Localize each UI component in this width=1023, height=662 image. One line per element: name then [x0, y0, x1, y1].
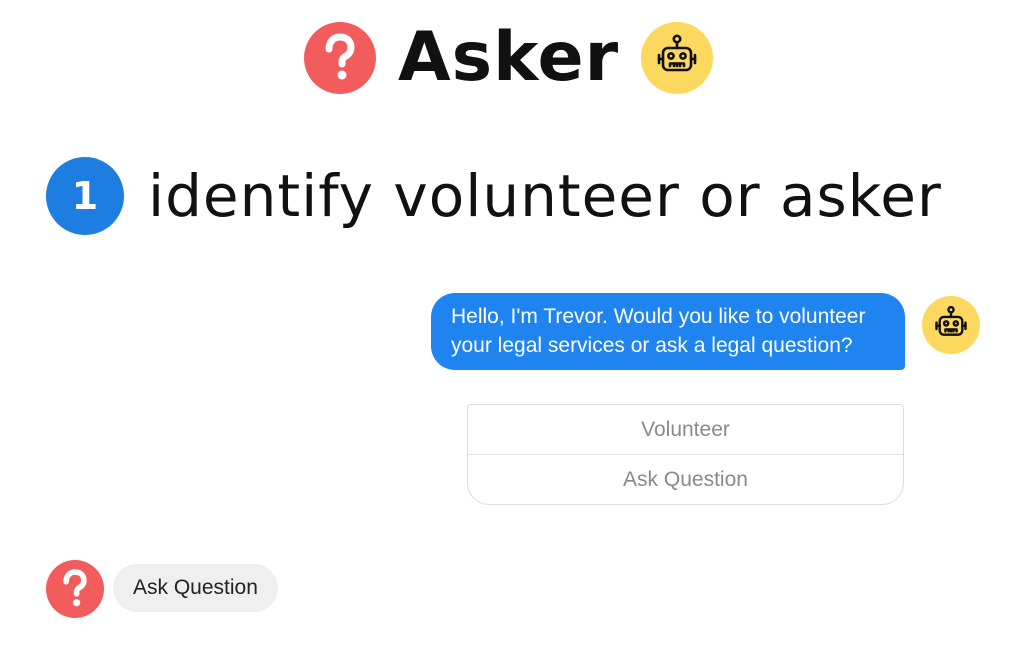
step-description: identify volunteer or asker — [148, 162, 942, 230]
quick-replies: Volunteer Ask Question — [467, 404, 904, 505]
ask-question-button[interactable]: Ask Question — [468, 454, 903, 504]
page: Asker 1 identify volunteer or asker Hell… — [0, 0, 1023, 662]
bot-message-bubble: Hello, I'm Trevor. Would you like to vol… — [431, 293, 905, 370]
robot-icon — [922, 296, 980, 354]
step-number-badge: 1 — [46, 157, 124, 235]
robot-icon — [641, 22, 714, 94]
page-title: Asker — [398, 18, 620, 97]
user-reply-bubble: Ask Question — [113, 564, 278, 612]
question-icon — [46, 560, 104, 618]
question-icon — [304, 22, 376, 94]
volunteer-button[interactable]: Volunteer — [468, 405, 903, 454]
title-row: Asker — [304, 18, 714, 97]
step-row: 1 identify volunteer or asker — [46, 156, 942, 236]
